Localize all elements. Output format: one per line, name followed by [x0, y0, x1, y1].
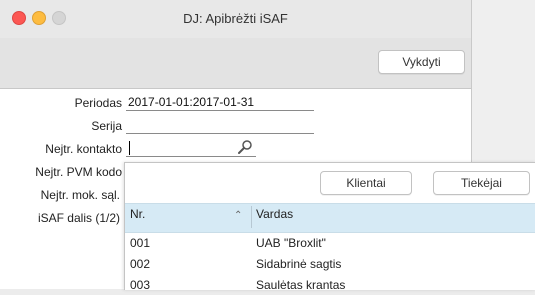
column-separator[interactable] [251, 206, 252, 228]
contact-name: Sidabrinė sagtis [256, 257, 342, 271]
excluded-payment-terms-row: Nejtr. mok. sąl. [0, 186, 120, 204]
series-label: Serija [91, 119, 122, 133]
excluded-payment-terms-label: Nejtr. mok. sąl. [40, 188, 120, 202]
text-cursor [129, 141, 130, 155]
period-row: Periodas [0, 94, 122, 112]
series-row: Serija [0, 117, 122, 135]
contact-name: UAB "Broxlit" [256, 236, 326, 250]
isaf-part-label: iSAF dalis (1/2) [37, 211, 120, 225]
excluded-vat-code-row: Nejtr. PVM kodo [0, 163, 122, 181]
contact-selector-popup: Klientai Tiekėjai Nr. ⌃ Vardas 001 UAB "… [124, 162, 535, 292]
title-bar[interactable]: DJ: Apibrėžti iSAF [0, 0, 471, 38]
excluded-contact-row: Nejtr. kontakto [0, 140, 122, 158]
isaf-part-row: iSAF dalis (1/2) [0, 209, 120, 227]
column-header-name[interactable]: Vardas [256, 207, 293, 221]
execute-button[interactable]: Vykdyti [378, 50, 465, 74]
list-header: Nr. ⌃ Vardas [125, 203, 535, 233]
window-title: DJ: Apibrėžti iSAF [183, 11, 288, 26]
contact-number: 002 [130, 257, 151, 271]
contact-number: 001 [130, 236, 151, 250]
sort-ascending-icon: ⌃ [234, 210, 243, 221]
toolbar: Vykdyti [0, 38, 471, 89]
list-item[interactable]: 002 Sidabrinė sagtis [125, 254, 535, 274]
search-icon[interactable] [237, 139, 253, 155]
popup-header: Klientai Tiekėjai [125, 163, 535, 203]
list-item[interactable]: 003 Saulėtas krantas [125, 275, 535, 295]
excluded-vat-code-label: Nejtr. PVM kodo [35, 165, 122, 179]
suppliers-button[interactable]: Tiekėjai [433, 171, 530, 195]
list-item[interactable]: 001 UAB "Broxlit" [125, 233, 535, 253]
contact-number: 003 [130, 278, 151, 292]
period-label: Periodas [74, 96, 122, 110]
series-field[interactable] [126, 117, 314, 134]
contact-name: Saulėtas krantas [256, 278, 346, 292]
customers-button[interactable]: Klientai [320, 171, 412, 195]
column-header-nr[interactable]: Nr. [130, 207, 145, 221]
period-field[interactable]: 2017-01-01:2017-01-31 [126, 94, 314, 111]
excluded-contact-label: Nejtr. kontakto [45, 142, 122, 156]
